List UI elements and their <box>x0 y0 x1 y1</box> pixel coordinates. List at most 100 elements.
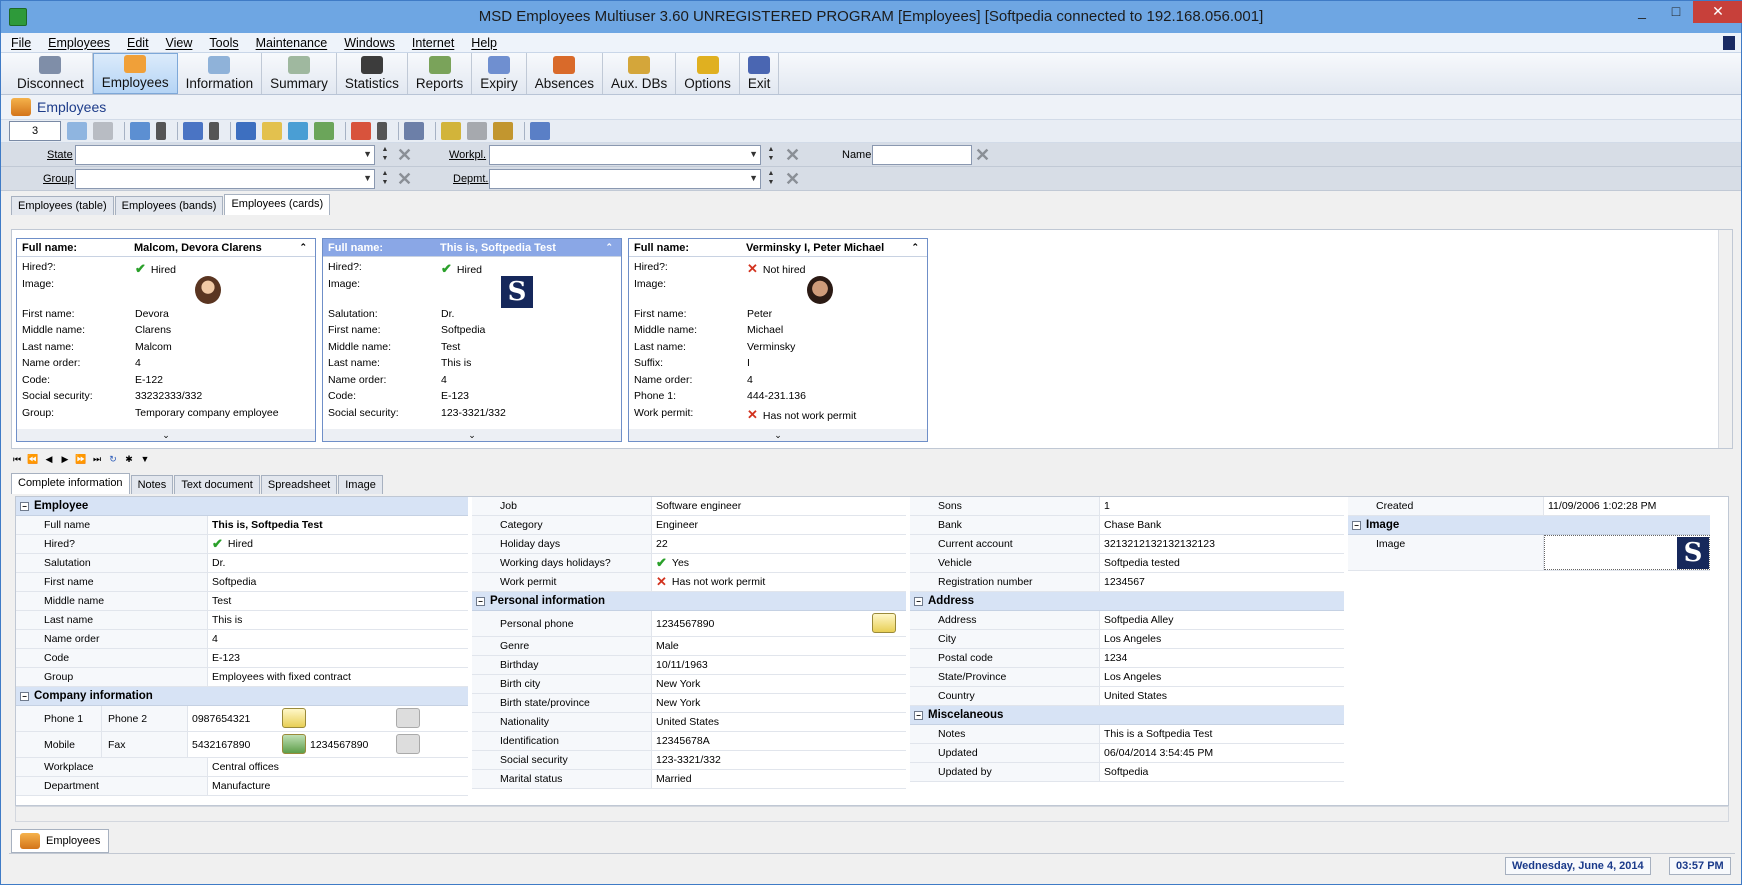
workplace-spinner[interactable]: ▲ ▼ <box>765 145 777 165</box>
delete-record-icon[interactable] <box>351 122 371 140</box>
detail-horizontal-scrollbar[interactable] <box>15 806 1729 822</box>
mobile-icon[interactable] <box>282 734 306 754</box>
tab-complete-information[interactable]: Complete information <box>11 473 130 494</box>
tab-employees-table[interactable]: Employees (table) <box>11 196 114 215</box>
clear-group-icon[interactable]: ✕ <box>397 170 417 188</box>
card-expand-icon[interactable]: ⌄ <box>629 429 927 441</box>
maximize-button[interactable]: □ <box>1659 1 1693 23</box>
toolbar-absences-button[interactable]: Absences <box>527 53 604 94</box>
tab-employees-bands[interactable]: Employees (bands) <box>114 196 224 215</box>
edit-pencil-icon[interactable] <box>262 122 282 140</box>
clear-state-icon[interactable]: ✕ <box>397 146 417 164</box>
layout-icon[interactable] <box>530 122 550 140</box>
clear-workplace-icon[interactable]: ✕ <box>785 146 805 164</box>
search-icon[interactable] <box>493 122 513 140</box>
collapse-icon[interactable]: ⌃ <box>299 242 307 253</box>
dial-phone1-icon[interactable] <box>282 708 306 728</box>
tab-text-document[interactable]: Text document <box>174 475 260 494</box>
add-record-icon[interactable] <box>288 122 308 140</box>
dial-phone2-icon[interactable] <box>396 708 420 728</box>
toolbar-statistics-button[interactable]: Statistics <box>337 53 408 94</box>
info-icon[interactable] <box>183 122 203 140</box>
toolbar-exit-button[interactable]: Exit <box>740 53 780 94</box>
card-expand-icon[interactable]: ⌄ <box>323 429 621 441</box>
monitor-icon[interactable] <box>236 122 256 140</box>
edit-mode-icon[interactable] <box>67 122 87 140</box>
toolbar-aux-dbs-button[interactable]: Aux. DBs <box>603 53 677 94</box>
copy-record-icon[interactable] <box>314 122 334 140</box>
chevron-down-icon[interactable] <box>156 122 166 140</box>
menu-tools[interactable]: Tools <box>209 36 238 50</box>
tab-employees-cards[interactable]: Employees (cards) <box>224 194 331 215</box>
collapse-icon[interactable]: ⌃ <box>605 242 613 253</box>
detail-row: Group Employees with fixed contract <box>16 668 468 687</box>
menu-internet[interactable]: Internet <box>412 36 454 50</box>
department-spinner[interactable]: ▲ ▼ <box>765 169 777 189</box>
clear-department-icon[interactable]: ✕ <box>785 170 805 188</box>
asterisk-icon[interactable]: ✱ <box>123 453 135 465</box>
tab-image[interactable]: Image <box>338 475 383 494</box>
department-combo[interactable]: ▼ <box>489 168 761 189</box>
toolbar-expiry-button[interactable]: Expiry <box>472 53 527 94</box>
group-spinner[interactable]: ▲ ▼ <box>379 169 391 189</box>
chevron-down-icon[interactable] <box>209 122 219 140</box>
detail-value-text: 3213212132132132123 <box>1104 538 1215 550</box>
menu-edit[interactable]: Edit <box>127 36 149 50</box>
chevron-down-icon[interactable] <box>377 122 387 140</box>
prev-record-icon[interactable]: ◀ <box>43 453 55 465</box>
export-icon[interactable] <box>441 122 461 140</box>
workplace-combo[interactable]: ▼ <box>489 144 761 165</box>
first-record-icon[interactable]: ⏮ <box>11 453 23 465</box>
detail-label: Group <box>16 668 208 686</box>
group-combo[interactable]: ▼ <box>75 168 375 189</box>
state-spinner[interactable]: ▲ ▼ <box>379 145 391 165</box>
separator <box>177 122 178 140</box>
menu-maintenance[interactable]: Maintenance <box>256 36 328 50</box>
next-page-icon[interactable]: ⏩ <box>75 453 87 465</box>
menu-windows[interactable]: Windows <box>344 36 395 50</box>
prev-page-icon[interactable]: ⏪ <box>27 453 39 465</box>
next-record-icon[interactable]: ▶ <box>59 453 71 465</box>
bottom-tab-employees[interactable]: Employees <box>11 829 110 853</box>
clear-name-icon[interactable]: ✕ <box>975 146 995 164</box>
detail-row: Department Manufacture <box>16 777 468 796</box>
fax-icon[interactable] <box>396 734 420 754</box>
minimize-button[interactable]: _ <box>1625 1 1659 23</box>
edit-record-icon[interactable] <box>130 122 150 140</box>
employee-card[interactable]: Full name: This is, Softpedia Test ⌃ Hired?… <box>322 238 622 442</box>
toolbar-summary-button[interactable]: Summary <box>262 53 337 94</box>
cards-scrollbar[interactable] <box>1718 230 1732 448</box>
tab-notes[interactable]: Notes <box>130 475 174 494</box>
last-record-icon[interactable]: ⏭ <box>91 453 103 465</box>
dial-personal-phone-icon[interactable] <box>872 613 896 633</box>
image-field[interactable]: S <box>1544 535 1710 570</box>
filter-icon[interactable]: ▼ <box>139 453 151 465</box>
collapse-icon[interactable]: ⌃ <box>911 242 919 253</box>
menu-view[interactable]: View <box>166 36 193 50</box>
toolbar-reports-button[interactable]: Reports <box>408 53 473 94</box>
tab-spreadsheet[interactable]: Spreadsheet <box>260 475 338 494</box>
detail-row: Salutation Dr. <box>16 554 468 573</box>
toolbar-information-button[interactable]: Information <box>178 53 263 94</box>
reports-icon <box>428 56 451 74</box>
menu-file[interactable]: File <box>11 36 31 50</box>
detail-label: Vehicle <box>910 554 1100 572</box>
detail-value: 3213212132132132123 <box>1100 535 1215 553</box>
employee-card[interactable]: Full name: Verminsky I, Peter Michael ⌃ Hir… <box>628 238 928 442</box>
card-expand-icon[interactable]: ⌄ <box>17 429 315 441</box>
menu-options-icon[interactable] <box>1723 36 1735 50</box>
close-button[interactable]: ✕ <box>1693 1 1742 23</box>
menu-help[interactable]: Help <box>471 36 497 50</box>
toolbar-disconnect-button[interactable]: Disconnect <box>9 53 93 94</box>
state-combo[interactable]: ▼ <box>75 144 375 165</box>
employee-card[interactable]: Full name: Malcom, Devora Clarens ⌃ Hired?:… <box>16 238 316 442</box>
cancel-icon[interactable] <box>93 122 113 140</box>
import-icon[interactable] <box>467 122 487 140</box>
name-input[interactable] <box>872 144 972 165</box>
toolbar-options-button[interactable]: Options <box>676 53 740 94</box>
toolbar-employees-button[interactable]: Employees <box>92 53 178 94</box>
refresh-icon[interactable]: ↻ <box>107 453 119 465</box>
print-icon[interactable] <box>404 122 424 140</box>
detail-row: Middle name Test <box>16 592 468 611</box>
menu-employees[interactable]: Employees <box>48 36 110 50</box>
